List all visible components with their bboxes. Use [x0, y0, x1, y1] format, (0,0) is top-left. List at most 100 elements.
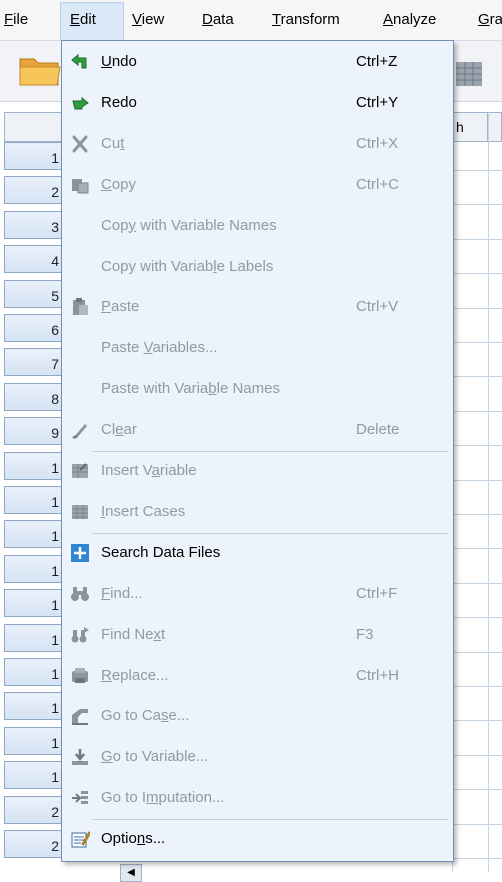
go-to-case-icon — [72, 709, 88, 726]
row-header[interactable]: 4 — [4, 245, 64, 274]
menu-item-go-to-variable[interactable]: Go to Variable... — [62, 737, 453, 777]
row-header[interactable]: 1 — [4, 520, 64, 549]
menu-item-shortcut: Ctrl+C — [356, 175, 399, 193]
menu-item-label: Go to Imputation... — [101, 788, 224, 808]
row-header[interactable]: 1 — [4, 589, 64, 618]
menu-item-mnemonic: x — [153, 625, 162, 643]
undo-icon — [71, 53, 87, 69]
menu-item-redo[interactable]: Redo Ctrl+Y — [62, 83, 453, 123]
menu-item-label-text: ariables... — [152, 339, 218, 357]
menu-data-rest: ata — [212, 11, 234, 28]
horizontal-scroll-left-arrow[interactable]: ◀ — [120, 864, 142, 882]
row-header[interactable]: 2 — [4, 795, 64, 824]
grid-column-line — [488, 112, 489, 872]
column-header-next[interactable] — [488, 112, 502, 142]
row-header[interactable]: 1 — [4, 451, 64, 480]
menu-transform-rest: ransform — [280, 11, 340, 28]
menu-item-cut[interactable]: Cut Ctrl+X — [62, 124, 453, 164]
row-header[interactable]: 1 — [4, 692, 64, 721]
find-next-icon — [71, 626, 89, 643]
menu-item-label: Cut — [101, 134, 124, 154]
menu-item-copy-with-variable-names[interactable]: Copy with Variable Names — [62, 206, 453, 246]
menu-item-label: Copy — [101, 175, 136, 195]
row-header[interactable]: 6 — [4, 314, 64, 342]
menu-item-mnemonic: P — [101, 298, 112, 316]
menu-item-label: Insert Variable — [101, 461, 197, 481]
menu-item-insert-cases[interactable]: Insert Cases — [62, 492, 453, 532]
menu-item-search-data-files[interactable]: Search Data Files — [62, 533, 453, 573]
row-header[interactable]: 8 — [4, 382, 64, 411]
menu-view-rest: iew — [141, 11, 165, 28]
row-header[interactable]: 7 — [4, 348, 64, 377]
menu-item-label-text: Cop — [101, 216, 129, 234]
row-header[interactable]: 1 — [4, 554, 64, 583]
menu-item-mnemonic: a — [151, 462, 160, 479]
row-header[interactable]: 1 — [4, 726, 64, 755]
menu-item-find-next[interactable]: Find Next F3 — [62, 615, 453, 655]
menu-item-mnemonic: e — [115, 421, 124, 439]
menu-item-label: Copy with Variable Names — [101, 216, 277, 236]
menu-item-go-to-case[interactable]: Go to Case... — [62, 696, 453, 736]
row-header[interactable]: 1 — [4, 658, 64, 686]
menu-item-copy-with-variable-labels[interactable]: Copy with Variable Labels — [62, 247, 453, 287]
open-folder-icon[interactable] — [18, 53, 62, 87]
menu-transform[interactable]: Transform — [272, 10, 340, 30]
menu-item-shortcut: Delete — [356, 421, 400, 439]
grid-corner — [4, 112, 64, 142]
menu-item-label-text: Paste with Varia — [101, 380, 209, 398]
menu-item-label: Options... — [101, 829, 165, 849]
menu-item-mnemonic: U — [101, 53, 112, 70]
menu-item-undo[interactable]: Undo Ctrl+Z — [62, 42, 453, 82]
menu-item-label-text: Cl — [101, 421, 116, 439]
row-header[interactable]: 1 — [4, 623, 64, 652]
search-data-files-icon — [71, 543, 89, 562]
menu-item-label-text: Go to I — [101, 789, 147, 807]
menu-item-label-text: Copy with Variab — [101, 257, 214, 275]
insert-variable-icon — [72, 463, 88, 478]
menu-item-label: Search Data Files — [101, 543, 220, 563]
grid-toolbar-icon[interactable] — [454, 54, 484, 88]
row-header[interactable]: 2 — [4, 830, 64, 858]
menu-item-go-to-imputation[interactable]: Go to Imputation... — [62, 778, 453, 818]
menu-item-label-text: le Names — [216, 380, 280, 398]
menu-item-shortcut: Ctrl+F — [356, 584, 398, 602]
menu-item-options[interactable]: Options... — [62, 819, 453, 859]
row-header[interactable]: 5 — [4, 279, 64, 308]
menu-item-mnemonic: y — [128, 216, 137, 234]
menu-item-insert-variable[interactable]: Insert Variable — [62, 451, 453, 491]
menu-view-mnemonic: V — [132, 11, 142, 28]
menu-item-paste-with-variable-names[interactable]: Paste with Variable Names — [62, 369, 453, 409]
row-header[interactable]: 2 — [4, 176, 64, 205]
menu-item-clear[interactable]: Clear Delete — [62, 410, 453, 450]
menu-item-paste[interactable]: Paste Ctrl+V — [62, 287, 453, 327]
menu-item-label-text: ind... — [110, 584, 143, 602]
menu-item-label-text: Optio — [101, 830, 137, 848]
menu-item-copy[interactable]: Copy Ctrl+C — [62, 165, 453, 205]
menu-item-shortcut: Ctrl+Y — [356, 93, 399, 111]
menu-edit[interactable]: Edit — [70, 10, 96, 30]
menu-item-label-text: Insert V — [101, 462, 152, 479]
menu-item-label: Redo — [101, 93, 137, 113]
row-header[interactable]: 1 — [4, 486, 64, 514]
menu-item-mnemonic: s — [161, 707, 169, 725]
menu-view[interactable]: View — [132, 10, 164, 30]
menu-data[interactable]: Data — [202, 10, 234, 30]
menu-graphs[interactable]: Gra — [478, 10, 502, 30]
menu-item-shortcut: Ctrl+V — [356, 298, 399, 316]
column-header[interactable]: h — [452, 112, 488, 142]
paste-icon — [73, 298, 88, 316]
row-header[interactable]: 3 — [4, 210, 64, 239]
menu-item-replace[interactable]: Replace... Ctrl+H — [62, 656, 453, 696]
row-header[interactable]: 9 — [4, 417, 64, 446]
menu-item-paste-variables[interactable]: Paste Variables... — [62, 328, 453, 368]
row-header[interactable]: 1 — [4, 142, 64, 170]
menu-file[interactable]: File — [4, 10, 28, 30]
menu-item-label-text: with Variable Names — [136, 216, 277, 234]
menu-analyze[interactable]: Analyze — [383, 10, 436, 30]
row-header[interactable]: 1 — [4, 761, 64, 790]
menu-item-find[interactable]: Find... Ctrl+F — [62, 574, 453, 614]
go-to-imputation-icon — [72, 791, 88, 805]
menu-item-label: Find... — [101, 584, 143, 604]
menu-item-label-text: o to Variable... — [112, 748, 209, 766]
menu-item-mnemonic: m — [146, 789, 159, 807]
